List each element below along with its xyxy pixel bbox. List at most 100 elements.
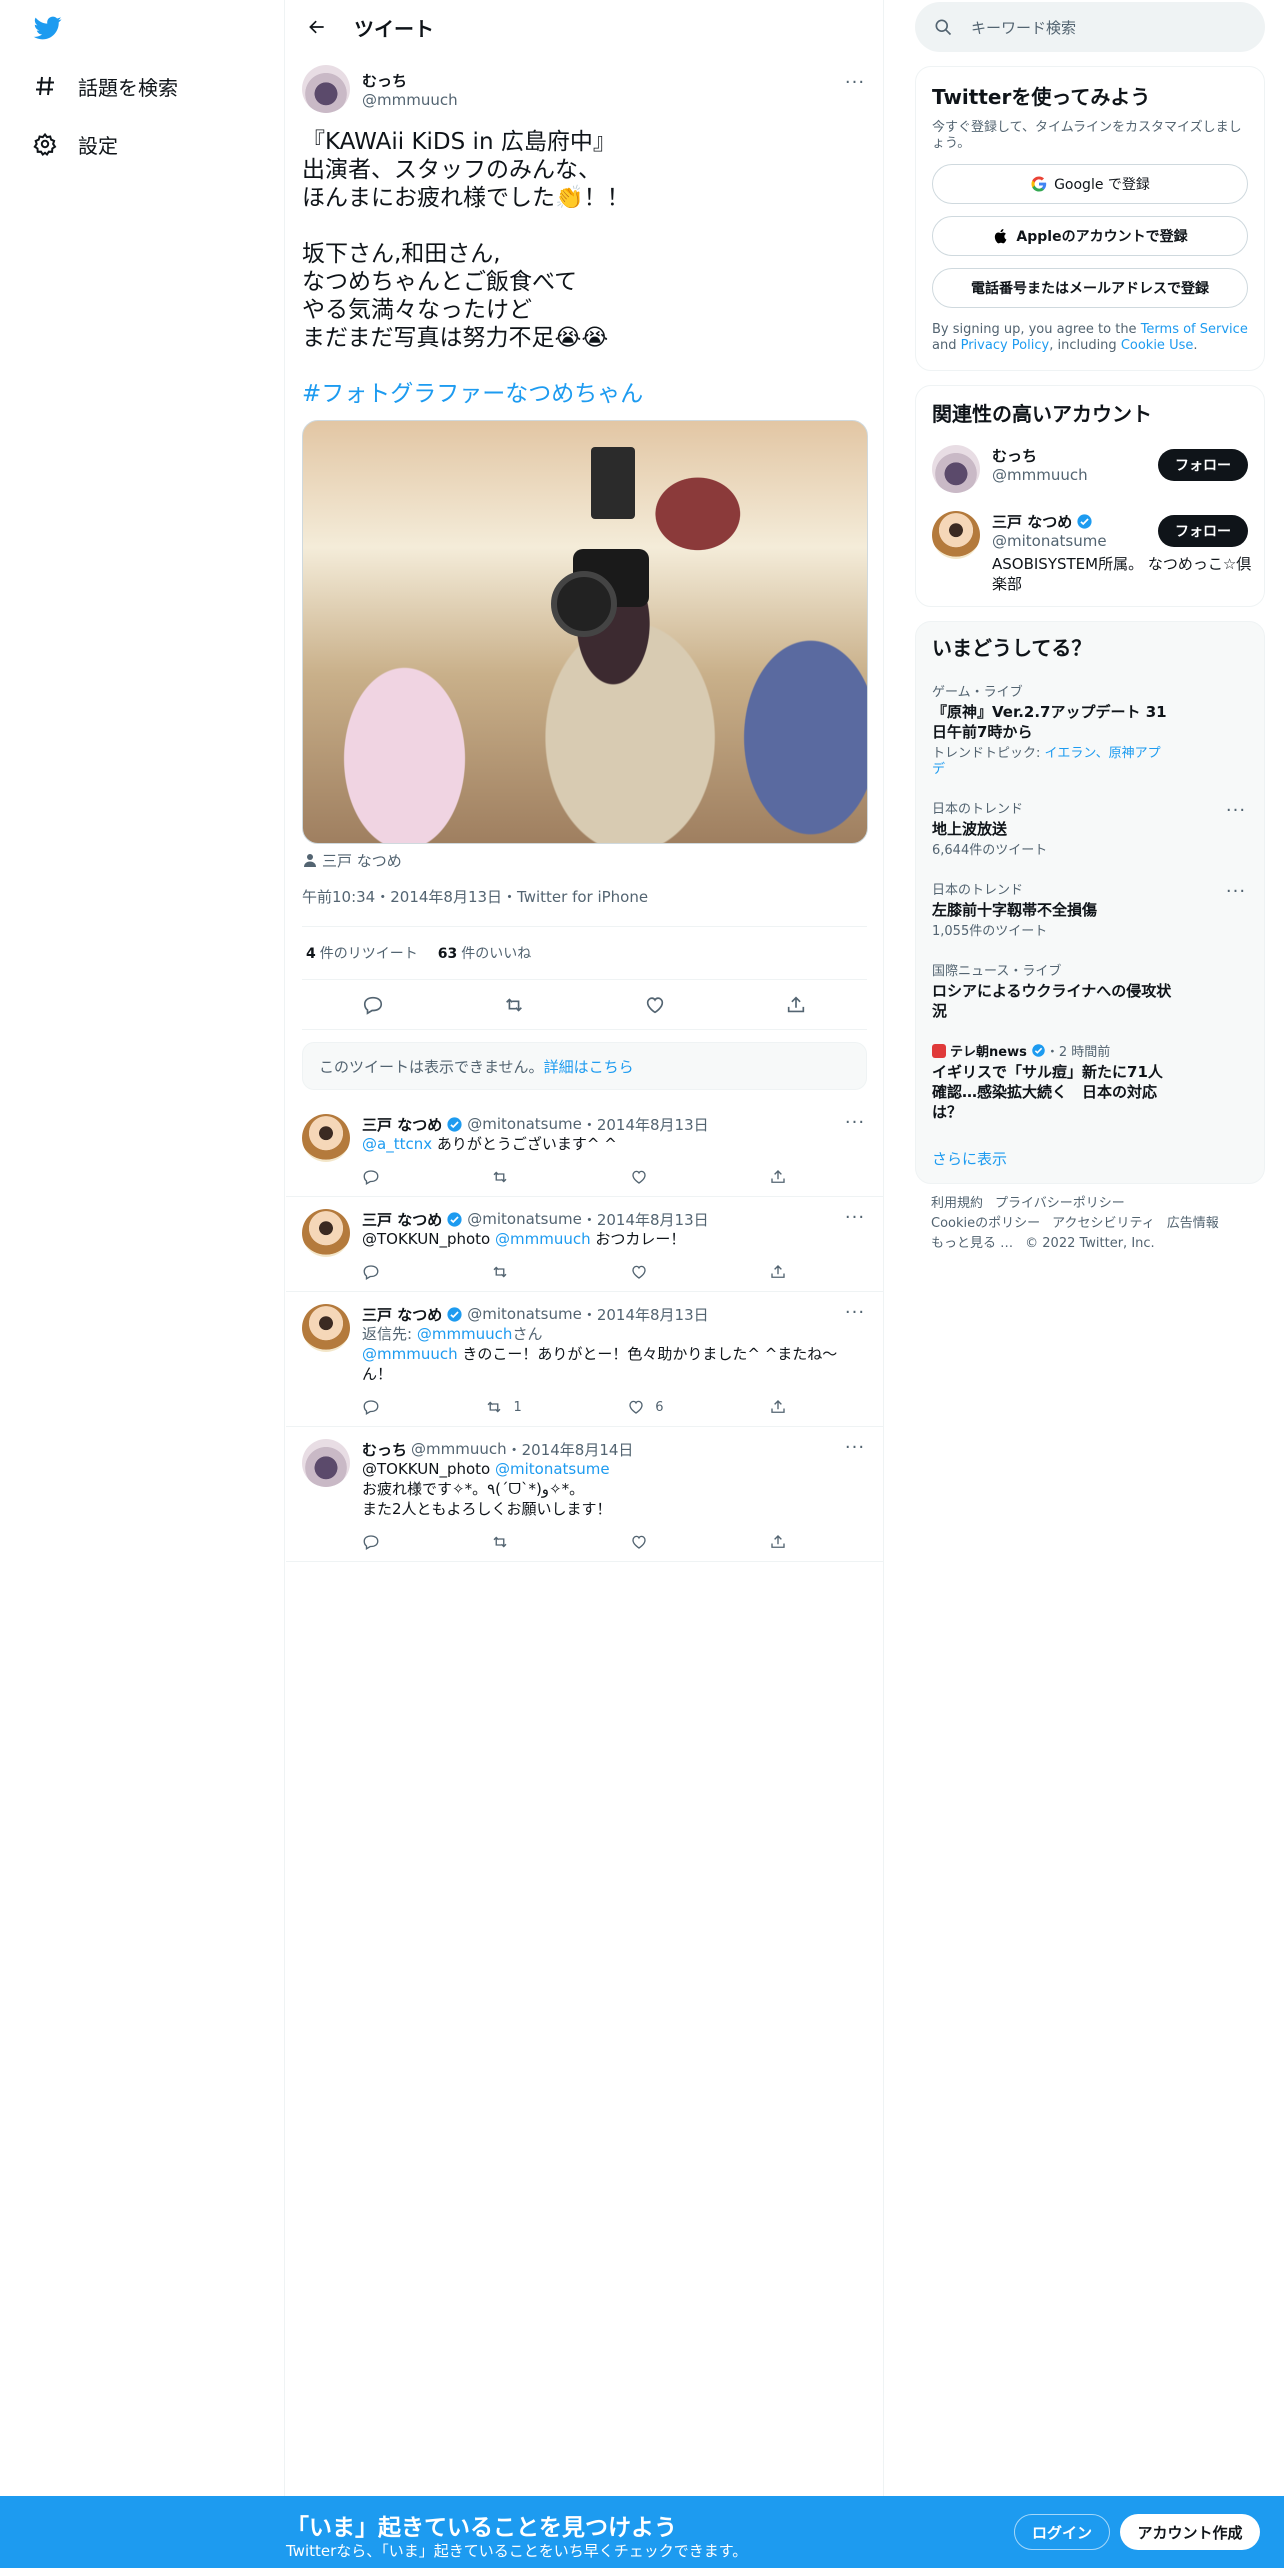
search-input[interactable]: キーワード検索	[915, 2, 1265, 52]
retweet-icon[interactable]	[491, 1261, 519, 1283]
related-account[interactable]: 三戸 なつめ @mitonatsume ASOBISYSTEM所属。 なつめっこ…	[932, 511, 1251, 594]
retweet-icon[interactable]	[491, 1531, 519, 1553]
reply-date[interactable]: ・2014年8月14日	[507, 1439, 634, 1460]
more-options-icon[interactable]: ···	[843, 1302, 867, 1323]
reply-tweet[interactable]: 三戸 なつめ @mitonatsume ・2014年8月13日 返信先: @mm…	[286, 1292, 883, 1427]
footer-link[interactable]: アクセシビリティ	[1052, 1216, 1155, 1231]
reply-author-name[interactable]: 三戸 なつめ	[362, 1209, 442, 1230]
follow-button[interactable]: フォロー	[1158, 515, 1248, 547]
footer-link[interactable]: 利用規約	[931, 1196, 983, 1211]
like-icon[interactable]: 6	[627, 1396, 664, 1418]
footer-link[interactable]: 広告情報	[1167, 1216, 1219, 1231]
trend-item[interactable]: 日本のトレンド 地上波放送 6,644件のツイート ···	[932, 786, 1248, 867]
apple-signup-button[interactable]: Appleのアカウントで登録	[932, 216, 1248, 256]
reply-tweet[interactable]: 三戸 なつめ @mitonatsume ・2014年8月13日 @a_ttcnx…	[286, 1102, 883, 1197]
footer-link[interactable]: Cookieのポリシー	[931, 1216, 1040, 1231]
reply-icon[interactable]	[362, 1261, 380, 1283]
avatar[interactable]	[302, 1304, 350, 1352]
reply-icon[interactable]	[355, 987, 391, 1023]
person-icon	[302, 852, 318, 868]
tweet-photo[interactable]	[302, 420, 868, 844]
footer-link[interactable]: プライバシーポリシー	[995, 1196, 1125, 1211]
more-options-icon[interactable]: ···	[1224, 800, 1248, 821]
reply-author-handle[interactable]: @mitonatsume	[467, 1305, 582, 1323]
tagged-user[interactable]: 三戸 なつめ	[302, 848, 867, 872]
share-icon[interactable]	[769, 1396, 787, 1418]
like-icon[interactable]	[637, 987, 673, 1023]
follow-button[interactable]: フォロー	[1158, 449, 1248, 481]
mention-link[interactable]: @mmmuuch	[495, 1230, 591, 1248]
show-more-link[interactable]: さらに表示	[932, 1130, 1248, 1169]
footer-more-link[interactable]: もっと見る …	[931, 1236, 1013, 1251]
retweet-icon[interactable]: 1	[485, 1396, 522, 1418]
terms-link[interactable]: Terms of Service	[1141, 322, 1248, 337]
mention-link[interactable]: @mmmuuch	[362, 1345, 458, 1363]
author-handle[interactable]: @mmmuuch	[362, 91, 458, 109]
reply-icon[interactable]	[362, 1166, 380, 1188]
share-icon[interactable]	[769, 1166, 787, 1188]
avatar[interactable]	[932, 511, 980, 559]
retweet-icon[interactable]	[496, 987, 532, 1023]
author-name[interactable]: むっち	[362, 70, 458, 91]
reply-author-name[interactable]: 三戸 なつめ	[362, 1114, 442, 1135]
create-account-button[interactable]: アカウント作成	[1120, 2514, 1260, 2550]
reply-icon[interactable]	[362, 1531, 380, 1553]
related-account[interactable]: むっち @mmmuuch フォロー	[932, 445, 1248, 493]
related-account-name[interactable]: むっち	[992, 445, 1088, 466]
like-icon[interactable]	[630, 1531, 658, 1553]
trend-item[interactable]: ゲーム・ライブ 『原神』Ver.2.7アップデート 31日午前7時から トレンド…	[932, 669, 1248, 786]
hashtag-link[interactable]: #フォトグラファーなつめちゃん	[302, 380, 867, 408]
avatar[interactable]	[302, 65, 350, 113]
like-count[interactable]: 63 件のいいね	[438, 943, 531, 963]
reply-date[interactable]: ・2014年8月13日	[582, 1209, 709, 1230]
reply-to-link[interactable]: @mmmuuch	[417, 1325, 513, 1343]
phone-email-signup-button[interactable]: 電話番号またはメールアドレスで登録	[932, 268, 1248, 308]
trend-item[interactable]: 日本のトレンド 左膝前十字靱帯不全損傷 1,055件のツイート ···	[932, 867, 1248, 948]
more-options-icon[interactable]: ···	[1224, 881, 1248, 902]
share-icon[interactable]	[769, 1531, 787, 1553]
reply-date[interactable]: ・2014年8月13日	[582, 1304, 709, 1325]
reply-tweet[interactable]: 三戸 なつめ @mitonatsume ・2014年8月13日 @TOKKUN_…	[286, 1197, 883, 1292]
more-options-icon[interactable]: ···	[843, 72, 867, 93]
tweet-timestamp[interactable]: 午前10:34・2014年8月13日・Twitter for iPhone	[302, 886, 867, 910]
nav-explore[interactable]: 話題を検索	[32, 66, 178, 106]
related-account-handle[interactable]: @mmmuuch	[992, 466, 1088, 484]
learn-more-link[interactable]: 詳細はこちら	[544, 1056, 634, 1077]
login-button[interactable]: ログイン	[1014, 2514, 1110, 2550]
cookie-link[interactable]: Cookie Use	[1121, 338, 1194, 353]
reply-author-handle[interactable]: @mitonatsume	[467, 1210, 582, 1228]
twitter-logo-icon[interactable]	[32, 14, 64, 42]
signup-title: Twitterを使ってみよう	[932, 85, 1151, 109]
share-icon[interactable]	[778, 987, 814, 1023]
like-icon[interactable]	[630, 1166, 658, 1188]
nav-settings[interactable]: 設定	[32, 124, 118, 164]
like-icon[interactable]	[630, 1261, 658, 1283]
avatar[interactable]	[302, 1439, 350, 1487]
privacy-link[interactable]: Privacy Policy	[961, 338, 1050, 353]
reply-date[interactable]: ・2014年8月13日	[582, 1114, 709, 1135]
more-options-icon[interactable]: ···	[843, 1207, 867, 1228]
mention-link[interactable]: @a_ttcnx	[362, 1135, 432, 1153]
reply-author-name[interactable]: 三戸 なつめ	[362, 1304, 442, 1325]
google-signup-button[interactable]: Google で登録	[932, 164, 1248, 204]
avatar[interactable]	[932, 445, 980, 493]
retweet-icon[interactable]	[491, 1166, 519, 1188]
trend-item[interactable]: テレ朝news ・2 時間前 イギリスで「サル痘」新たに71人確認…感染拡大続く…	[932, 1029, 1248, 1130]
avatar[interactable]	[302, 1114, 350, 1162]
signup-card: Twitterを使ってみよう 今すぐ登録して、タイムラインをカスタマイズしましょ…	[915, 66, 1265, 371]
google-icon	[1030, 175, 1048, 193]
mention-link[interactable]: @mitonatsume	[495, 1460, 610, 1478]
retweet-count: 1	[513, 1399, 522, 1415]
reply-author-name[interactable]: むっち	[362, 1439, 407, 1460]
share-icon[interactable]	[769, 1261, 787, 1283]
back-arrow-icon[interactable]	[302, 12, 332, 42]
trend-item[interactable]: 国際ニュース・ライブ ロシアによるウクライナへの侵攻状況	[932, 948, 1248, 1029]
retweet-count[interactable]: 4 件のリツイート	[306, 943, 418, 963]
more-options-icon[interactable]: ···	[843, 1437, 867, 1458]
reply-author-handle[interactable]: @mmmuuch	[411, 1440, 507, 1458]
more-options-icon[interactable]: ···	[843, 1112, 867, 1133]
reply-tweet[interactable]: むっち @mmmuuch ・2014年8月14日 @TOKKUN_photo @…	[286, 1427, 883, 1562]
reply-icon[interactable]	[362, 1396, 380, 1418]
avatar[interactable]	[302, 1209, 350, 1257]
reply-author-handle[interactable]: @mitonatsume	[467, 1115, 582, 1133]
